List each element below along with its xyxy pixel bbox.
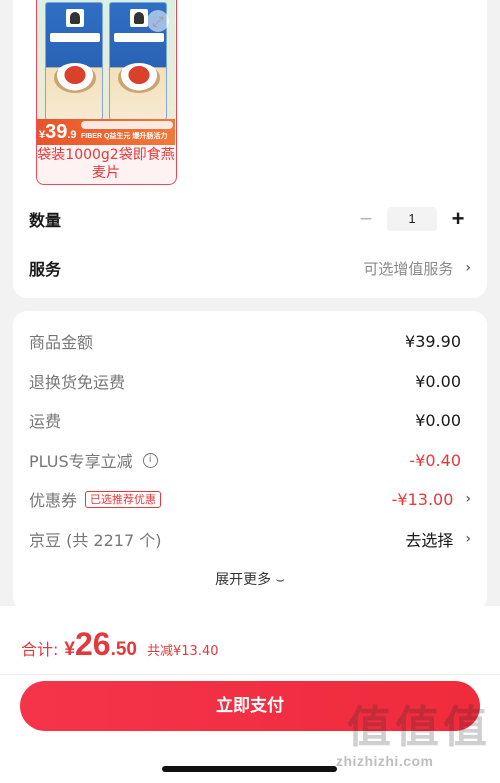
- summary-row-return-shipping: 退换货免运费 ¥0.00: [29, 371, 461, 393]
- saved-amount: 共减¥13.40: [147, 644, 219, 659]
- sku-name: 袋装1000g2袋即食燕麦片: [37, 147, 175, 181]
- summary-row-shipping: 运费 ¥0.00: [29, 410, 461, 432]
- home-indicator[interactable]: [162, 766, 337, 772]
- chevron-right-icon: ›: [465, 531, 471, 547]
- chevron-right-icon: ›: [465, 260, 471, 276]
- quantity-label: 数量: [29, 211, 62, 230]
- coupon-badge: 已选推荐优惠: [85, 490, 162, 508]
- image-price: ¥39.9: [39, 121, 77, 143]
- oat-bowl-icon: [54, 63, 96, 93]
- summary-row-plus-discount: PLUS专享立减 i -¥0.40: [29, 450, 461, 472]
- watermark-logo: 值 值 值: [347, 702, 487, 753]
- decrease-button[interactable]: −: [353, 207, 379, 231]
- enlarge-image-icon[interactable]: ⤢: [147, 10, 169, 32]
- product-card: ⤢ ¥39.9 FIBER Q益生元 爆升肠活力 袋装1000g2袋即食燕麦片 …: [13, 0, 487, 298]
- summary-row-goods-amount: 商品金额 ¥39.90: [29, 331, 461, 353]
- increase-button[interactable]: +: [445, 207, 471, 231]
- coupon-value: -¥13.00: [391, 489, 454, 509]
- oat-bag-left: [45, 2, 103, 120]
- quantity-row: 数量 − 1 +: [29, 204, 471, 234]
- quantity-stepper: − 1 +: [353, 207, 471, 231]
- watermark-url: zhizhizhi.com: [336, 753, 434, 769]
- oat-bowl-icon: [118, 63, 160, 93]
- divider: [0, 674, 500, 675]
- summary-row-coupon[interactable]: 优惠券 已选推荐优惠 -¥13.00 ›: [29, 485, 471, 513]
- jingdou-value: 去选择: [405, 531, 454, 550]
- quantity-input[interactable]: 1: [387, 207, 437, 231]
- expand-more-button[interactable]: 展开更多 ⌣: [13, 569, 487, 589]
- info-icon[interactable]: i: [142, 452, 158, 468]
- quaker-logo-icon: [66, 9, 84, 27]
- quaker-logo-icon: [130, 9, 148, 27]
- chevron-right-icon: ›: [465, 491, 471, 507]
- service-label: 服务: [29, 260, 62, 279]
- image-price-strip: ¥39.9 FIBER Q益生元 爆升肠活力: [37, 119, 175, 145]
- product-image: ⤢ ¥39.9 FIBER Q益生元 爆升肠活力: [37, 0, 175, 145]
- price-summary-card: 商品金额 ¥39.90 退换货免运费 ¥0.00 运费 ¥0.00 PLUS专享…: [13, 311, 487, 611]
- service-value: 可选增值服务: [363, 259, 454, 278]
- sku-option-selected[interactable]: ⤢ ¥39.9 FIBER Q益生元 爆升肠活力 袋装1000g2袋即食燕麦片: [36, 0, 177, 185]
- summary-row-jingdou[interactable]: 京豆 (共 2217 个) 去选择 ›: [29, 525, 471, 553]
- service-row[interactable]: 服务 可选增值服务 ›: [29, 253, 471, 283]
- image-slogan: FIBER Q益生元 爆升肠活力: [81, 133, 168, 140]
- checkout-footer: 合计: ¥ 26 .50 共减¥13.40 立即支付 值 值 值 zhizhiz…: [0, 606, 500, 783]
- total-price: 合计: ¥ 26 .50 共减¥13.40: [21, 626, 219, 662]
